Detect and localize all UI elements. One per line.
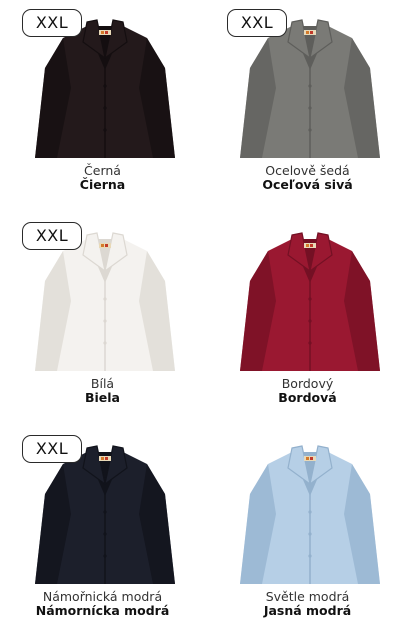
shirt-image <box>240 232 380 371</box>
product-label: Bordový Bordová <box>205 377 410 405</box>
color-name-slovak: Čierna <box>79 177 126 192</box>
color-name-czech: Černá <box>84 163 121 178</box>
product-label: Námořnická modrá Námornícka modrá <box>0 590 205 618</box>
product-swatch-light-blue[interactable]: Světle modrá Jasná modrá <box>205 426 410 639</box>
color-name-czech: Bílá <box>90 376 115 391</box>
product-label: Černá Čierna <box>0 164 205 192</box>
color-name-czech: Světle modrá <box>265 589 350 604</box>
color-name-czech: Bordový <box>281 376 334 391</box>
product-swatch-burgundy[interactable]: Bordový Bordová <box>205 213 410 426</box>
product-swatch-navy[interactable]: XXL Námořnická modrá Námornícka modrá <box>0 426 205 639</box>
color-name-czech: Námořnická modrá <box>42 589 163 604</box>
size-badge: XXL <box>22 435 82 463</box>
color-name-czech: Ocelově šedá <box>265 163 350 178</box>
shirt-image <box>240 445 380 584</box>
color-name-slovak: Jasná modrá <box>263 603 352 618</box>
color-name-slovak: Biela <box>84 390 120 405</box>
product-swatch-steel-grey[interactable]: XXL Ocelově šedá Oceľová sivá <box>205 0 410 213</box>
color-name-slovak: Bordová <box>278 390 337 405</box>
product-label: Bílá Biela <box>0 377 205 405</box>
size-badge: XXL <box>22 222 82 250</box>
product-swatch-white[interactable]: XXL Bílá Biela <box>0 213 205 426</box>
product-label: Ocelově šedá Oceľová sivá <box>205 164 410 192</box>
size-badge: XXL <box>22 9 82 37</box>
product-swatch-black[interactable]: XXL Černá Čierna <box>0 0 205 213</box>
size-badge: XXL <box>227 9 287 37</box>
product-color-grid: XXL Černá Čierna XXL Ocelově šedá Oceľov… <box>0 0 410 640</box>
color-name-slovak: Oceľová sivá <box>262 177 353 192</box>
color-name-slovak: Námornícka modrá <box>35 603 170 618</box>
product-label: Světle modrá Jasná modrá <box>205 590 410 618</box>
